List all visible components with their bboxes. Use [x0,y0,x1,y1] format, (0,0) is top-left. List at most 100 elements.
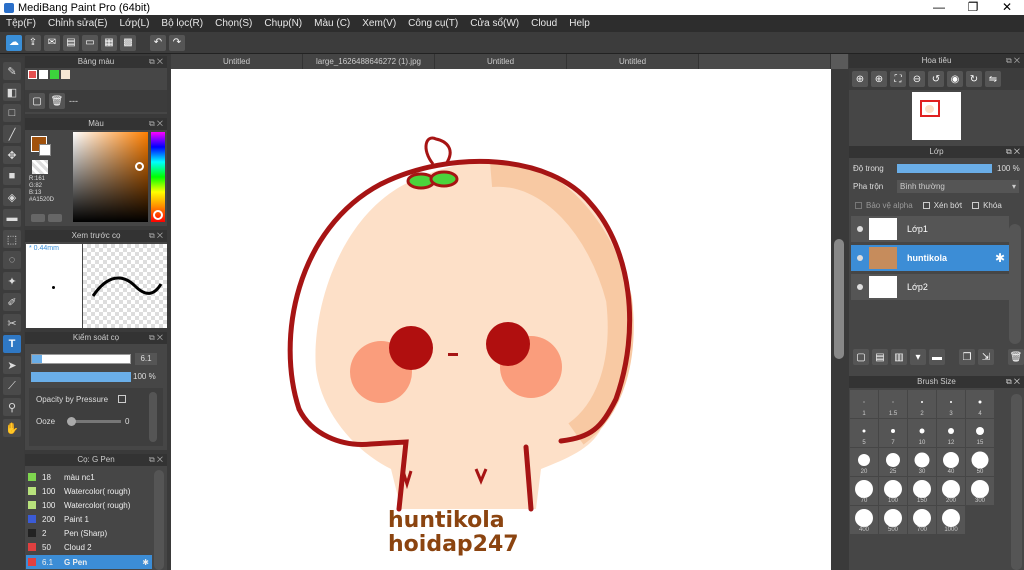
page-icon[interactable]: ▭ [82,34,98,51]
layer-row[interactable]: Lớp1 [851,216,1009,242]
brush-size-cell[interactable]: 500 [879,506,907,534]
brush-size-scrollbar[interactable] [1011,394,1022,570]
menu-help[interactable]: Help [563,18,596,29]
brush-size-cell[interactable]: 700 [908,506,936,534]
line-tool-icon[interactable]: ╱ [3,125,21,143]
brush-size-cell[interactable]: 3 [937,390,965,418]
expand-icon[interactable]: ⧉ ✕ [149,332,163,344]
brush-size-cell[interactable]: 20 [850,448,878,476]
menu-cloud[interactable]: Cloud [525,18,563,29]
expand-icon[interactable]: ⧉ ✕ [1006,54,1020,68]
brush-size-cell[interactable]: 2 [908,390,936,418]
brush-size-cell[interactable]: 5 [850,419,878,447]
new-halftone-layer-icon[interactable]: ▤ [872,349,888,365]
layer-row[interactable]: Lớp2 [851,274,1009,300]
delete-layer-icon[interactable]: 🗑 [1008,349,1024,365]
sub-color-swatch[interactable] [39,144,51,156]
hand-tool-icon[interactable]: ✋ [3,419,21,437]
expand-icon[interactable]: ⧉ ✕ [1006,376,1020,388]
tab-document[interactable]: Untitled [171,54,303,69]
drawing-canvas[interactable]: huntikola hoidap247 [171,69,831,570]
divide-tool-icon[interactable]: ⟋ [3,377,21,395]
move-tool-icon[interactable]: ✥ [3,146,21,164]
brush-list-item[interactable]: 18 màu nc1 [26,470,152,484]
restore-button[interactable]: ❐ [956,0,990,15]
visibility-icon[interactable] [857,255,863,261]
menu-filter[interactable]: Bộ lọc(R) [155,18,209,29]
color-picker-button[interactable] [48,214,62,222]
brush-size-cell[interactable]: 1 [850,390,878,418]
canvas-scroll-thumb[interactable] [834,239,844,359]
rotate-left-icon[interactable]: ↺ [928,71,944,87]
ooze-slider[interactable] [67,417,121,426]
cloud-icon[interactable]: ☁ [6,34,22,51]
brush-size-cell[interactable]: 40 [937,448,965,476]
duplicate-layer-icon[interactable]: ❐ [959,349,975,365]
brush-size-cell[interactable]: 1.5 [879,390,907,418]
brush-list-item[interactable]: 200 Paint 1 [26,512,152,526]
menu-capture[interactable]: Chụp(N) [258,18,308,29]
menu-color[interactable]: Màu (C) [308,18,356,29]
gradient-tool-icon[interactable]: ▬ [3,209,21,227]
brush-list-item[interactable]: 2 Pen (Sharp) [26,526,152,540]
fill-rect-tool-icon[interactable]: ■ [3,167,21,185]
rotate-right-icon[interactable]: ↻ [966,71,982,87]
palette-swatch[interactable] [50,70,59,79]
magic-wand-tool-icon[interactable]: ✦ [3,272,21,290]
new-palette-icon[interactable]: ▢ [29,93,45,109]
zoom-in-icon[interactable]: ⊕ [852,71,868,87]
layer-opacity-slider[interactable] [897,164,992,173]
color-cursor[interactable] [135,162,144,171]
redo-icon[interactable]: ↷ [169,34,185,51]
blend-mode-select[interactable]: Bình thường ▾ [897,180,1019,193]
close-button[interactable]: ✕ [990,0,1024,15]
opacity-pressure-checkbox[interactable] [118,395,126,403]
tab-document-active[interactable] [699,54,831,69]
flip-icon[interactable]: ⇋ [985,71,1001,87]
folder-icon[interactable]: ▬ [929,349,945,365]
palette-swatch[interactable] [28,70,37,79]
new-layer-icon[interactable]: ▢ [853,349,869,365]
rectangle-tool-icon[interactable]: □ [3,104,21,122]
reset-icon[interactable]: ◉ [947,71,963,87]
brush-tool-icon[interactable]: ✎ [3,62,21,80]
protect-alpha-checkbox[interactable] [855,202,862,209]
brush-list-item[interactable]: 100 Watercolor( rough) [26,484,152,498]
expand-icon[interactable]: ⧉ ✕ [149,118,163,130]
bucket-tool-icon[interactable]: ◈ [3,188,21,206]
expand-icon[interactable]: ⧉ ✕ [149,454,163,466]
add-layer-menu-icon[interactable]: ▾ [910,349,926,365]
eyedropper-tool-icon[interactable]: ⚲ [3,398,21,416]
size-value[interactable]: 6.1 [135,353,157,365]
brush-size-cell[interactable]: 300 [966,477,994,505]
brush-size-cell[interactable]: 50 [966,448,994,476]
tab-document[interactable]: Untitled [567,54,699,69]
brush-size-cell[interactable]: 400 [850,506,878,534]
navigator-thumbnail[interactable] [912,92,961,140]
gear-icon[interactable]: ✱ [142,558,149,567]
zoom-in-alt-icon[interactable]: ⊕ [871,71,887,87]
expand-icon[interactable]: ⧉ ✕ [1006,146,1020,158]
delete-palette-icon[interactable]: 🗑 [49,93,65,109]
gear-icon[interactable]: ✱ [995,251,1005,265]
brush-list-item[interactable]: 50 Cloud 2 [26,540,152,554]
undo-icon[interactable]: ↶ [150,34,166,51]
clipping-checkbox[interactable] [922,202,930,209]
grid-icon[interactable]: ▦ [101,34,117,51]
layout-icon[interactable]: ▩ [120,34,136,51]
text-tool-icon[interactable]: T [3,335,21,353]
brush-size-cell[interactable]: 150 [908,477,936,505]
merge-layer-icon[interactable]: ⇲ [978,349,994,365]
brush-size-cell[interactable]: 1000 [937,506,965,534]
new-8bit-layer-icon[interactable]: ▥ [891,349,907,365]
brush-size-cell[interactable]: 7 [879,419,907,447]
brush-size-cell[interactable]: 15 [966,419,994,447]
tab-document[interactable]: Untitled [435,54,567,69]
expand-icon[interactable]: ⧉ ✕ [149,230,163,242]
select-pen-tool-icon[interactable]: ✐ [3,293,21,311]
menu-file[interactable]: Tệp(F) [0,18,42,29]
menu-select[interactable]: Chọn(S) [209,18,258,29]
visibility-icon[interactable] [857,226,863,232]
menu-view[interactable]: Xem(V) [356,18,402,29]
brush-list-item-selected[interactable]: 6.1 G Pen ✱ [26,555,152,569]
